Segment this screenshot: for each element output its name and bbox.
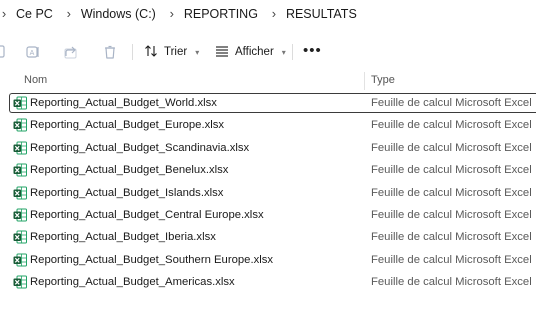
file-name: Reporting_Actual_Budget_World.xlsx xyxy=(30,97,217,109)
file-row[interactable]: Reporting_Actual_Budget_Scandinavia.xlsx… xyxy=(0,138,536,160)
excel-file-icon xyxy=(13,118,27,132)
file-name: Reporting_Actual_Budget_Iberia.xlsx xyxy=(30,231,216,244)
more-options-button[interactable]: ••• xyxy=(303,42,322,60)
view-list-icon xyxy=(215,44,229,61)
file-name: Reporting_Actual_Budget_Islands.xlsx xyxy=(30,186,224,199)
column-header-name[interactable]: Nom xyxy=(24,74,47,86)
view-button[interactable]: Afficher ▾ xyxy=(215,41,286,63)
svg-text:A: A xyxy=(30,50,35,57)
delete-icon[interactable] xyxy=(102,44,118,60)
command-bar: A Trier ▾ Afficher ▾ ••• xyxy=(0,36,536,68)
chevron-right-icon[interactable]: › xyxy=(0,6,10,21)
file-type: Feuille de calcul Microsoft Excel xyxy=(371,97,532,109)
file-type: Feuille de calcul Microsoft Excel xyxy=(371,141,532,154)
file-list: Reporting_Actual_Budget_World.xlsx Feuill… xyxy=(0,93,536,295)
excel-file-icon xyxy=(13,141,27,155)
view-label: Afficher xyxy=(235,46,274,58)
sort-icon xyxy=(144,44,158,61)
chevron-right-icon[interactable]: › xyxy=(166,6,178,21)
toolbar-divider xyxy=(292,44,293,60)
file-row[interactable]: Reporting_Actual_Budget_Americas.xlsx Feu… xyxy=(0,272,536,294)
file-name: Reporting_Actual_Budget_Americas.xlsx xyxy=(30,276,235,289)
breadcrumb-item-reporting[interactable]: REPORTING xyxy=(178,7,264,21)
file-type: Feuille de calcul Microsoft Excel xyxy=(371,208,532,221)
excel-file-icon xyxy=(13,186,27,200)
file-name: Reporting_Actual_Budget_Central Europe.x… xyxy=(30,208,264,221)
chevron-down-icon: ▾ xyxy=(195,47,200,57)
excel-file-icon xyxy=(13,253,27,267)
column-header-type[interactable]: Type xyxy=(371,74,395,86)
sort-label: Trier xyxy=(164,46,188,58)
chevron-down-icon: ▾ xyxy=(281,47,286,57)
file-name: Reporting_Actual_Budget_Europe.xlsx xyxy=(30,119,225,132)
copy-icon[interactable] xyxy=(0,44,8,60)
rename-icon[interactable]: A xyxy=(25,44,41,60)
excel-file-icon xyxy=(13,163,27,177)
file-row[interactable]: Reporting_Actual_Budget_Europe.xlsx Feuil… xyxy=(0,115,536,137)
file-type: Feuille de calcul Microsoft Excel xyxy=(371,119,532,132)
toolbar-divider xyxy=(132,44,133,60)
file-row[interactable]: Reporting_Actual_Budget_Southern Europe.… xyxy=(0,250,536,272)
chevron-right-icon[interactable]: › xyxy=(63,6,75,21)
file-row[interactable]: Reporting_Actual_Budget_Central Europe.x… xyxy=(0,205,536,227)
column-divider[interactable] xyxy=(364,72,365,90)
breadcrumb: › Ce PC › Windows (C:) › REPORTING › RES… xyxy=(0,0,536,27)
breadcrumb-item-windows-c[interactable]: Windows (C:) xyxy=(75,7,162,21)
file-name: Reporting_Actual_Budget_Benelux.xlsx xyxy=(30,164,229,177)
excel-file-icon xyxy=(13,208,27,222)
file-type: Feuille de calcul Microsoft Excel xyxy=(371,186,532,199)
excel-file-icon xyxy=(13,96,27,110)
file-row[interactable]: Reporting_Actual_Budget_Iberia.xlsx Feuil… xyxy=(0,227,536,249)
file-name: Reporting_Actual_Budget_Scandinavia.xlsx xyxy=(30,141,250,154)
file-type: Feuille de calcul Microsoft Excel xyxy=(371,164,532,177)
file-name: Reporting_Actual_Budget_Southern Europe.… xyxy=(30,253,274,266)
sort-button[interactable]: Trier ▾ xyxy=(144,41,199,63)
share-icon[interactable] xyxy=(63,44,79,60)
file-row[interactable]: Reporting_Actual_Budget_Islands.xlsx Feui… xyxy=(0,183,536,205)
file-type: Feuille de calcul Microsoft Excel xyxy=(371,276,532,289)
breadcrumb-item-resultats[interactable]: RESULTATS xyxy=(280,7,363,21)
excel-file-icon xyxy=(13,230,27,244)
chevron-right-icon[interactable]: › xyxy=(268,6,280,21)
file-type: Feuille de calcul Microsoft Excel xyxy=(371,253,532,266)
file-row[interactable]: Reporting_Actual_Budget_World.xlsx Feuill… xyxy=(0,93,536,115)
column-header-row: Nom Type xyxy=(0,70,536,90)
excel-file-icon xyxy=(13,275,27,289)
file-type: Feuille de calcul Microsoft Excel xyxy=(371,231,532,244)
file-row[interactable]: Reporting_Actual_Budget_Benelux.xlsx Feui… xyxy=(0,160,536,182)
breadcrumb-item-ce-pc[interactable]: Ce PC xyxy=(10,7,59,21)
